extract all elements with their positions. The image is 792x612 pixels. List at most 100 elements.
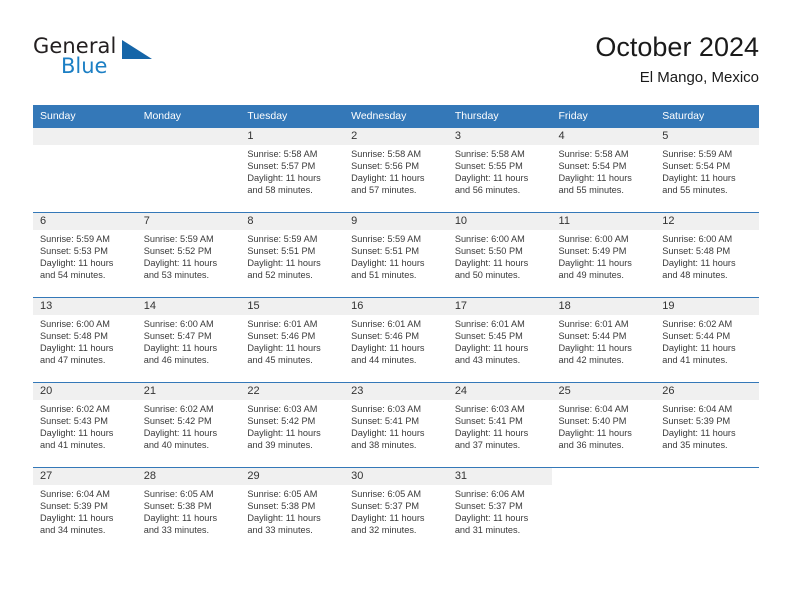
sunrise-time: Sunrise: 6:05 AM [247,489,318,499]
daylight-duration-line2: and 40 minutes. [143,440,210,451]
calendar-cell[interactable]: 24 Sunrise: 6:03 AM Sunset: 5:41 PM Dayligh… [447,382,552,468]
calendar-cell[interactable]: 6 Sunrise: 5:59 AM Sunset: 5:53 PM Daylight… [33,212,137,298]
calendar-cell[interactable]: 1 Sunrise: 5:58 AM Sunset: 5:57 PM Daylight… [240,128,345,213]
sunrise-time: Sunrise: 6:04 AM [558,404,629,414]
day-cell[interactable]: 6 Sunrise: 5:59 AM Sunset: 5:53 PM Daylight… [33,213,137,297]
calendar-cell[interactable]: 25 Sunrise: 6:04 AM Sunset: 5:40 PM Dayligh… [551,382,656,468]
sunrise-time: Sunrise: 6:06 AM [454,489,525,499]
calendar-cell[interactable]: 15 Sunrise: 6:01 AM Sunset: 5:46 PM Dayligh… [240,297,345,383]
calendar-cell[interactable] [655,467,759,552]
calendar-cell[interactable]: 8 Sunrise: 5:59 AM Sunset: 5:51 PM Daylight… [240,212,345,298]
calendar-cell[interactable]: 22 Sunrise: 6:03 AM Sunset: 5:42 PM Dayligh… [240,382,345,468]
day-cell[interactable]: 29 Sunrise: 6:05 AM Sunset: 5:38 PM Dayligh… [240,468,345,552]
sunset-time: Sunset: 5:46 PM [351,331,420,342]
day-cell[interactable]: 7 Sunrise: 5:59 AM Sunset: 5:52 PM Daylight… [136,213,241,297]
day-cell[interactable]: 28 Sunrise: 6:05 AM Sunset: 5:38 PM Dayligh… [136,468,241,552]
daylight-duration-line1: Daylight: 11 hours [247,258,321,269]
calendar-cell[interactable]: 3 Sunrise: 5:58 AM Sunset: 5:55 PM Daylight… [447,128,552,213]
daylight-duration-line2: and 41 minutes. [40,440,106,451]
daylight-duration-line1: Daylight: 11 hours [454,173,529,184]
calendar-cell[interactable]: 21 Sunrise: 6:02 AM Sunset: 5:42 PM Dayligh… [136,382,241,468]
day-cell[interactable]: 8 Sunrise: 5:59 AM Sunset: 5:51 PM Daylight… [240,213,345,297]
day-number: 24 [447,383,552,400]
sunrise-time: Sunrise: 5:59 AM [247,234,318,244]
calendar-cell[interactable]: 4 Sunrise: 5:58 AM Sunset: 5:54 PM Daylight… [551,128,656,213]
calendar-cell[interactable]: 26 Sunrise: 6:04 AM Sunset: 5:39 PM Dayligh… [655,382,759,468]
brand-logo[interactable]: General Blue [33,34,243,92]
calendar-cell[interactable] [136,128,241,213]
day-cell[interactable]: 13 Sunrise: 6:00 AM Sunset: 5:48 PM Dayligh… [33,298,137,382]
daylight-duration-line2: and 50 minutes. [454,270,521,281]
day-cell[interactable]: 17 Sunrise: 6:01 AM Sunset: 5:45 PM Dayligh… [447,298,552,382]
day-number: 16 [344,298,448,315]
daylight-duration-line2: and 35 minutes. [662,440,728,451]
day-cell[interactable]: 26 Sunrise: 6:04 AM Sunset: 5:39 PM Dayligh… [655,383,759,467]
day-cell[interactable]: 23 Sunrise: 6:03 AM Sunset: 5:41 PM Dayligh… [344,383,448,467]
day-cell[interactable]: 18 Sunrise: 6:01 AM Sunset: 5:44 PM Dayligh… [551,298,656,382]
calendar-week-row: 27 Sunrise: 6:04 AM Sunset: 5:39 PM Dayligh… [33,467,759,552]
calendar-cell[interactable]: 11 Sunrise: 6:00 AM Sunset: 5:49 PM Dayligh… [551,212,656,298]
daylight-duration-line1: Daylight: 11 hours [143,513,218,524]
day-cell[interactable]: 19 Sunrise: 6:02 AM Sunset: 5:44 PM Dayligh… [655,298,759,382]
calendar-cell[interactable]: 23 Sunrise: 6:03 AM Sunset: 5:41 PM Dayligh… [344,382,448,468]
sunrise-time: Sunrise: 6:00 AM [662,234,733,244]
calendar-cell[interactable]: 20 Sunrise: 6:02 AM Sunset: 5:43 PM Dayligh… [33,382,137,468]
calendar-cell[interactable]: 14 Sunrise: 6:00 AM Sunset: 5:47 PM Dayligh… [136,297,241,383]
sunset-time: Sunset: 5:54 PM [558,161,627,172]
calendar-cell[interactable] [551,467,656,552]
calendar-cell[interactable]: 13 Sunrise: 6:00 AM Sunset: 5:48 PM Dayligh… [33,297,137,383]
title-block: October 2024 El Mango, Mexico [595,30,759,89]
calendar-cell[interactable]: 16 Sunrise: 6:01 AM Sunset: 5:46 PM Dayligh… [344,297,448,383]
calendar-cell[interactable]: 27 Sunrise: 6:04 AM Sunset: 5:39 PM Dayligh… [33,467,137,552]
sunrise-time: Sunrise: 6:00 AM [558,234,629,244]
calendar-cell[interactable]: 2 Sunrise: 5:58 AM Sunset: 5:56 PM Daylight… [344,128,448,213]
day-cell[interactable]: 15 Sunrise: 6:01 AM Sunset: 5:46 PM Dayligh… [240,298,345,382]
calendar-cell[interactable]: 28 Sunrise: 6:05 AM Sunset: 5:38 PM Dayligh… [136,467,241,552]
calendar-cell[interactable]: 7 Sunrise: 5:59 AM Sunset: 5:52 PM Daylight… [136,212,241,298]
day-details: Sunrise: 6:04 AM Sunset: 5:39 PM Daylight:… [655,400,759,451]
day-cell[interactable]: 9 Sunrise: 5:59 AM Sunset: 5:51 PM Daylight… [344,213,448,297]
daylight-duration-line2: and 45 minutes. [247,355,313,366]
day-cell[interactable]: 22 Sunrise: 6:03 AM Sunset: 5:42 PM Dayligh… [240,383,345,467]
daylight-duration-line1: Daylight: 11 hours [247,173,321,184]
daylight-duration-line1: Daylight: 11 hours [351,343,425,354]
day-cell[interactable]: 3 Sunrise: 5:58 AM Sunset: 5:55 PM Daylight… [447,128,552,212]
calendar-cell[interactable]: 31 Sunrise: 6:06 AM Sunset: 5:37 PM Dayligh… [447,467,552,552]
sunrise-time: Sunrise: 6:02 AM [40,404,110,414]
calendar-cell[interactable]: 29 Sunrise: 6:05 AM Sunset: 5:38 PM Dayligh… [240,467,345,552]
day-cell[interactable]: 12 Sunrise: 6:00 AM Sunset: 5:48 PM Dayligh… [655,213,759,297]
sunset-time: Sunset: 5:51 PM [351,246,420,257]
day-cell[interactable]: 31 Sunrise: 6:06 AM Sunset: 5:37 PM Dayligh… [447,468,552,552]
calendar-cell[interactable]: 19 Sunrise: 6:02 AM Sunset: 5:44 PM Dayligh… [655,297,759,383]
day-cell[interactable]: 14 Sunrise: 6:00 AM Sunset: 5:47 PM Dayligh… [136,298,241,382]
day-details: Sunrise: 6:00 AM Sunset: 5:48 PM Daylight:… [33,315,137,366]
day-cell[interactable]: 24 Sunrise: 6:03 AM Sunset: 5:41 PM Dayligh… [447,383,552,467]
daylight-duration-line2: and 39 minutes. [247,440,313,451]
day-cell[interactable]: 30 Sunrise: 6:05 AM Sunset: 5:37 PM Dayligh… [344,468,448,552]
day-cell[interactable]: 25 Sunrise: 6:04 AM Sunset: 5:40 PM Dayligh… [551,383,656,467]
day-cell[interactable]: 5 Sunrise: 5:59 AM Sunset: 5:54 PM Daylight… [655,128,759,212]
day-number: 3 [447,128,552,145]
calendar-cell[interactable]: 10 Sunrise: 6:00 AM Sunset: 5:50 PM Dayligh… [447,212,552,298]
daylight-duration-line1: Daylight: 11 hours [143,258,218,269]
calendar-cell[interactable]: 18 Sunrise: 6:01 AM Sunset: 5:44 PM Dayligh… [551,297,656,383]
day-cell[interactable]: 10 Sunrise: 6:00 AM Sunset: 5:50 PM Dayligh… [447,213,552,297]
day-details: Sunrise: 6:03 AM Sunset: 5:42 PM Daylight:… [240,400,344,451]
calendar-cell[interactable]: 17 Sunrise: 6:01 AM Sunset: 5:45 PM Dayligh… [447,297,552,383]
day-cell[interactable]: 11 Sunrise: 6:00 AM Sunset: 5:49 PM Dayligh… [551,213,656,297]
day-cell[interactable]: 21 Sunrise: 6:02 AM Sunset: 5:42 PM Dayligh… [136,383,241,467]
calendar-cell[interactable]: 5 Sunrise: 5:59 AM Sunset: 5:54 PM Daylight… [655,128,759,213]
calendar-cell[interactable]: 30 Sunrise: 6:05 AM Sunset: 5:37 PM Dayligh… [344,467,448,552]
day-cell[interactable]: 16 Sunrise: 6:01 AM Sunset: 5:46 PM Dayligh… [344,298,448,382]
calendar-cell[interactable] [33,128,137,213]
calendar-cell[interactable]: 9 Sunrise: 5:59 AM Sunset: 5:51 PM Daylight… [344,212,448,298]
day-cell[interactable]: 20 Sunrise: 6:02 AM Sunset: 5:43 PM Dayligh… [33,383,137,467]
calendar-cell[interactable]: 12 Sunrise: 6:00 AM Sunset: 5:48 PM Dayligh… [655,212,759,298]
calendar-week-row: 1 Sunrise: 5:58 AM Sunset: 5:57 PM Daylight… [33,128,759,213]
sunset-time: Sunset: 5:47 PM [143,331,212,342]
day-cell[interactable]: 27 Sunrise: 6:04 AM Sunset: 5:39 PM Dayligh… [33,468,137,552]
day-cell[interactable]: 1 Sunrise: 5:58 AM Sunset: 5:57 PM Daylight… [240,128,345,212]
day-cell[interactable]: 4 Sunrise: 5:58 AM Sunset: 5:54 PM Daylight… [551,128,656,212]
day-cell[interactable]: 2 Sunrise: 5:58 AM Sunset: 5:56 PM Daylight… [344,128,448,212]
day-details: Sunrise: 6:02 AM Sunset: 5:44 PM Daylight:… [655,315,759,366]
